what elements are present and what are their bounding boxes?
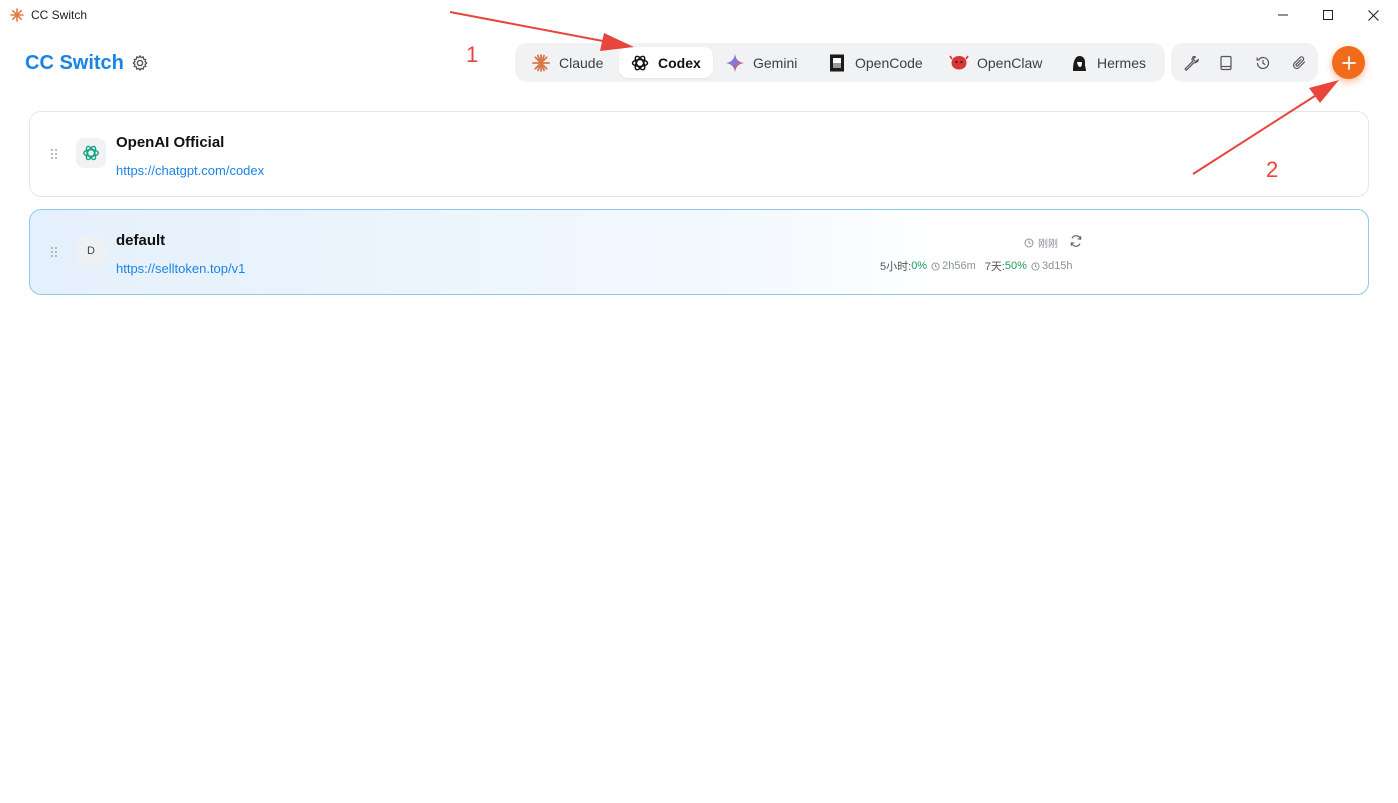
maximize-button[interactable] (1305, 0, 1351, 30)
close-button[interactable] (1350, 0, 1396, 30)
window-title: CC Switch (31, 8, 88, 22)
tab-label: Gemini (753, 54, 798, 71)
usage-updated-text: 刚刚 (1038, 239, 1058, 250)
openai-icon (83, 145, 99, 161)
provider-card-default[interactable]: D default https://selltoken.top/v1 刚刚 5小… (29, 209, 1369, 295)
plus-icon (1341, 55, 1356, 70)
tab-label: Claude (559, 54, 604, 71)
five-hour-reset-text: 2h56m (942, 260, 976, 272)
tab-claude[interactable]: Claude (527, 47, 611, 78)
refresh-icon[interactable] (1069, 234, 1083, 248)
clock-icon (931, 261, 940, 271)
provider-card-openai[interactable]: OpenAI Official https://chatgpt.com/code… (29, 111, 1369, 197)
hermes-icon (1069, 53, 1089, 73)
app-logo-icon (10, 8, 24, 22)
tab-hermes[interactable]: Hermes (1065, 47, 1156, 78)
close-icon (1367, 9, 1379, 21)
usage-updated: 刚刚 (1024, 235, 1058, 250)
five-hour-reset: 2h56m (931, 260, 976, 272)
provider-avatar: D (76, 236, 106, 266)
clock-icon (1024, 238, 1034, 247)
book-icon[interactable] (1216, 53, 1236, 73)
seven-day-percent: 50% (1004, 260, 1027, 272)
annotation-number-1: 1 (466, 42, 479, 67)
provider-url-link[interactable]: https://chatgpt.com/codex (116, 163, 264, 178)
maximize-icon (1323, 10, 1333, 20)
usage-summary: 5小时: 0% 2h56m 7天: 50% 3d15h (880, 258, 1073, 274)
toolbar (1171, 43, 1318, 82)
provider-name: OpenAI Official (116, 134, 225, 151)
tab-label: OpenClaw (977, 54, 1043, 71)
tab-codex[interactable]: Codex (619, 47, 713, 78)
gear-icon[interactable] (131, 54, 149, 72)
history-icon[interactable] (1253, 53, 1273, 73)
claude-icon (531, 53, 551, 73)
seven-day-label: 7天: (984, 261, 1005, 273)
tab-label: OpenCode (855, 54, 923, 71)
minimize-button[interactable] (1260, 0, 1306, 30)
provider-url-link[interactable]: https://selltoken.top/v1 (116, 261, 245, 276)
gemini-icon (725, 53, 745, 73)
tab-label: Codex (658, 54, 701, 71)
window-titlebar: CC Switch (0, 0, 1398, 30)
app-tabs: Claude Codex Gemini OpenCode OpenClaw He… (515, 43, 1165, 82)
tab-openclaw[interactable]: OpenClaw (945, 47, 1052, 78)
wrench-icon[interactable] (1181, 53, 1201, 73)
app-brand-title: CC Switch (25, 52, 124, 74)
seven-day-reset: 3d15h (1031, 260, 1073, 272)
clock-icon (1031, 261, 1040, 271)
tab-gemini[interactable]: Gemini (721, 47, 807, 78)
codex-icon (630, 53, 650, 73)
openclaw-icon (949, 53, 969, 73)
provider-name: default (116, 232, 166, 249)
tab-label: Hermes (1097, 54, 1147, 71)
five-hour-percent: 0% (911, 260, 928, 272)
minimize-icon (1278, 14, 1288, 16)
drag-handle-icon[interactable] (50, 148, 58, 160)
paperclip-icon[interactable] (1289, 53, 1309, 73)
provider-avatar (76, 138, 106, 168)
five-hour-label: 5小时: (880, 261, 912, 273)
add-provider-button[interactable] (1332, 46, 1365, 79)
drag-handle-icon[interactable] (50, 246, 58, 258)
opencode-icon (827, 53, 847, 73)
seven-day-reset-text: 3d15h (1041, 260, 1073, 272)
annotation-number-2: 2 (1266, 157, 1279, 182)
tab-opencode[interactable]: OpenCode (823, 47, 933, 78)
